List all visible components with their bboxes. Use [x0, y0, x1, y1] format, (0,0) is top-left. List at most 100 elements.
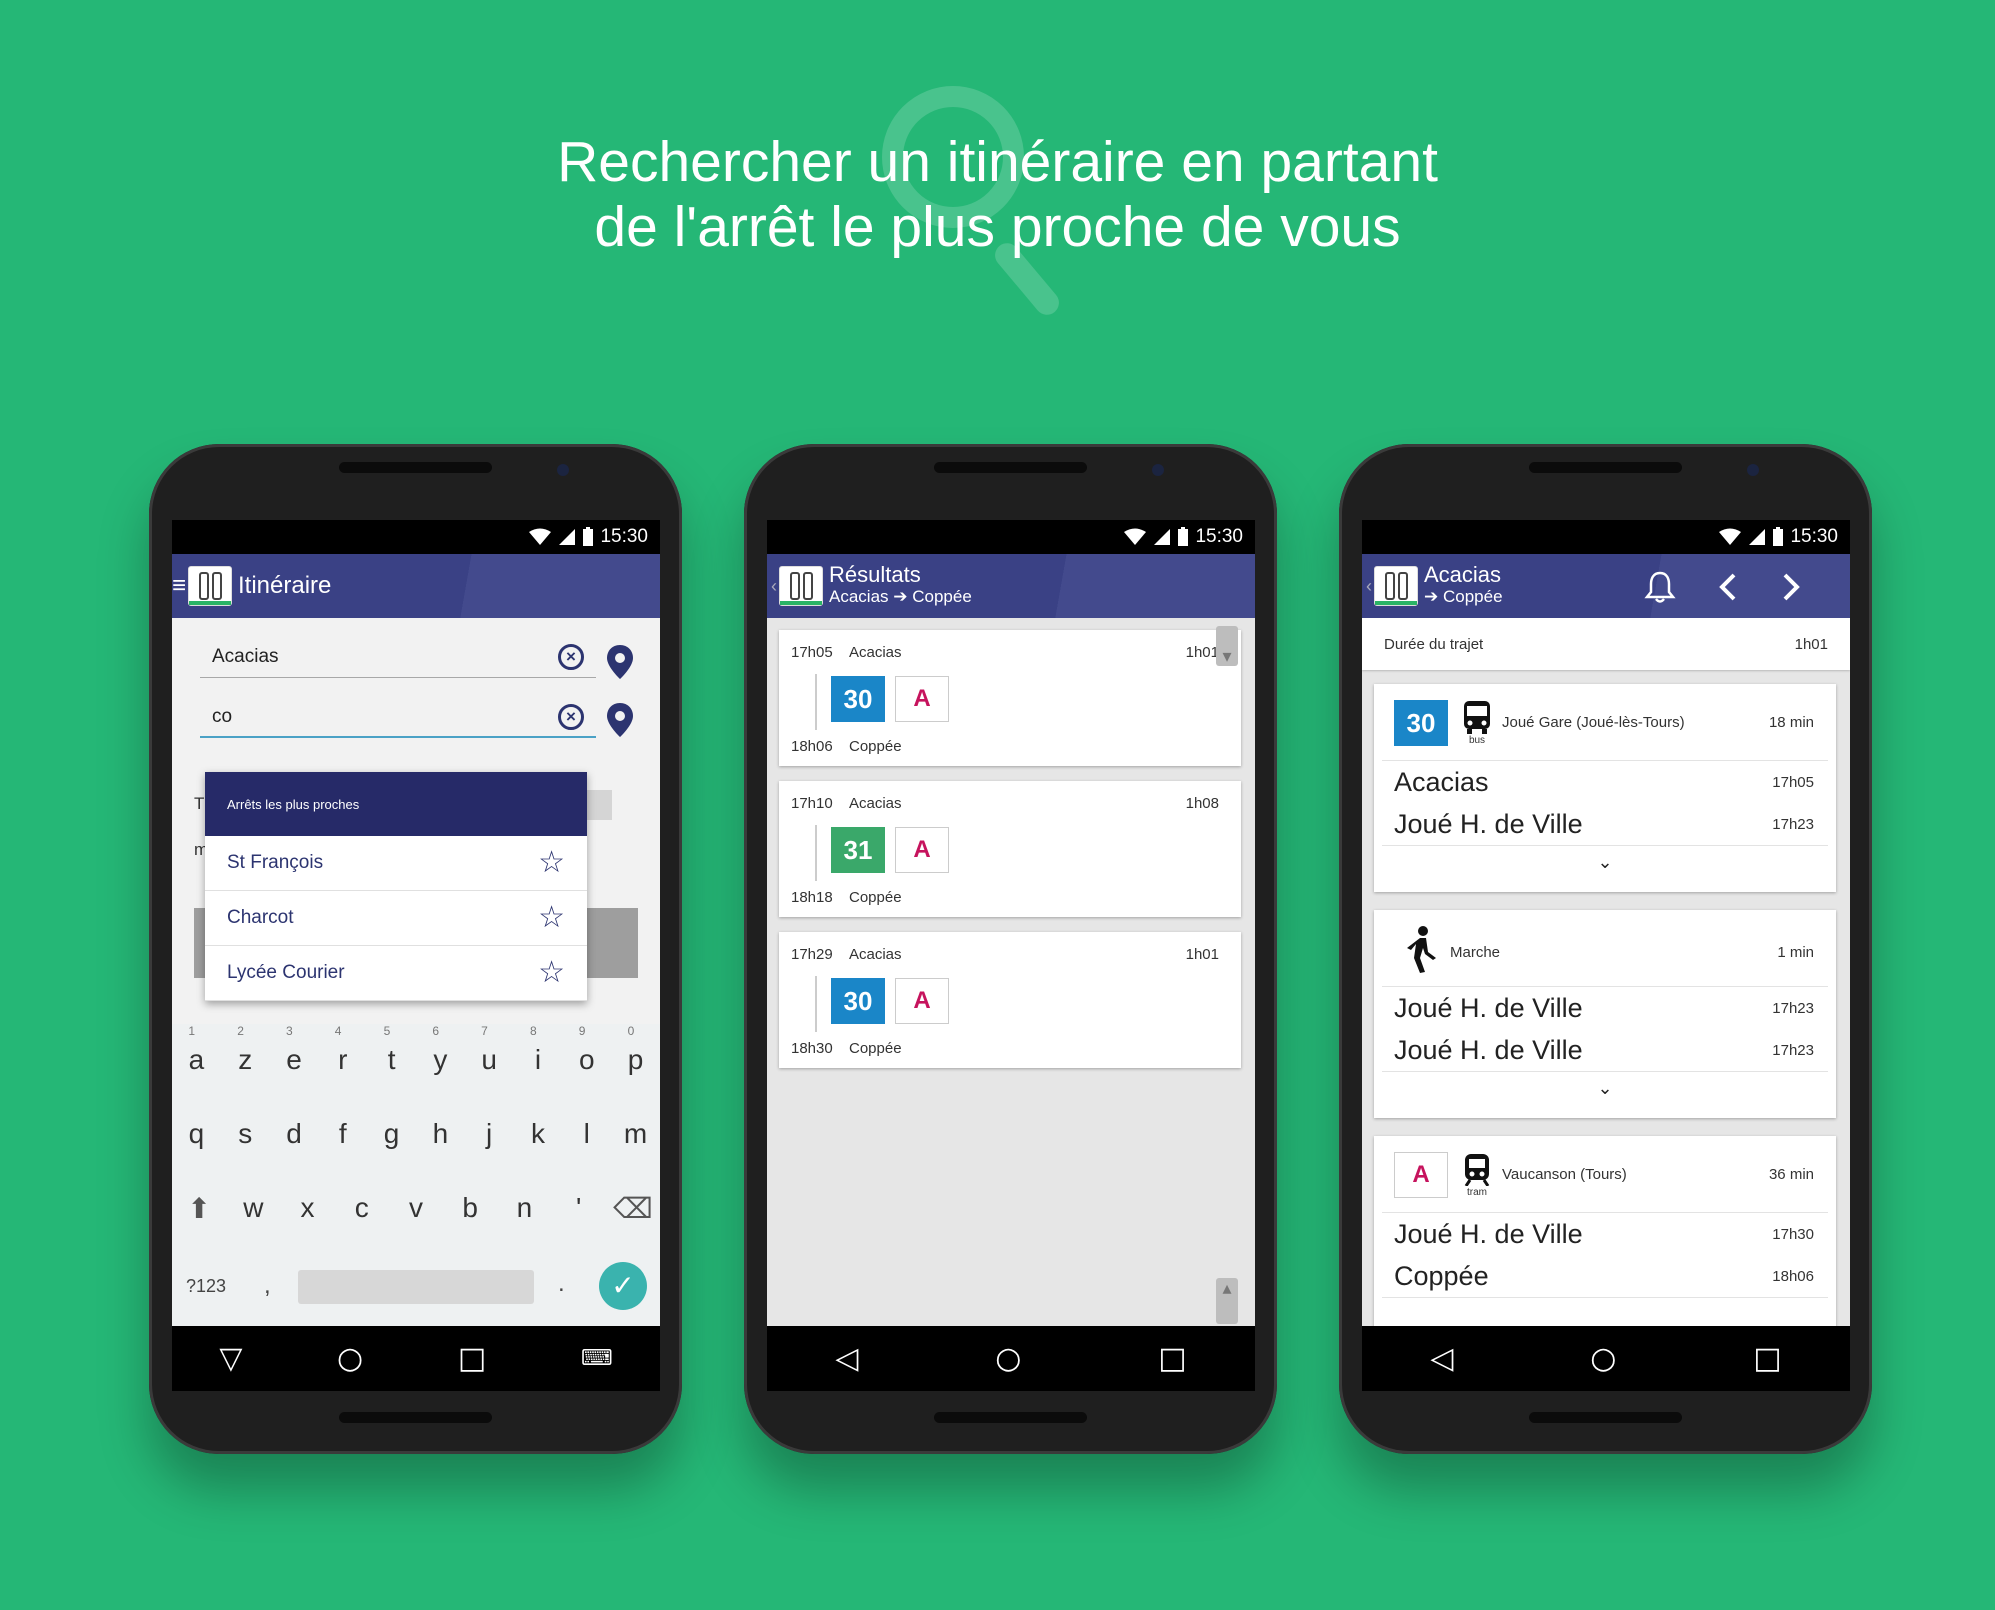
star-icon[interactable]: ☆	[538, 903, 565, 933]
star-icon[interactable]: ☆	[538, 958, 565, 988]
key[interactable]: '	[557, 1192, 601, 1225]
departure-stop: Acacias	[849, 795, 902, 812]
from-field[interactable]: Acacias ×	[200, 634, 596, 678]
expand-chevron-icon[interactable]: ⌄	[1374, 1072, 1836, 1099]
menu-icon[interactable]: ≡	[172, 572, 186, 600]
key[interactable]: 3e	[272, 1024, 316, 1076]
segment-time: 18 min	[1768, 714, 1814, 731]
bottom-speaker	[934, 1412, 1087, 1423]
home-nav-icon[interactable]: ○	[337, 1343, 363, 1374]
segment-header: 30 bus Joué Gare (Joué-lès-Tours) 18 min	[1374, 684, 1836, 760]
bell-icon[interactable]	[1644, 570, 1676, 604]
key[interactable]: k	[516, 1118, 560, 1150]
backspace-key-icon[interactable]: ⌫	[611, 1192, 655, 1225]
key[interactable]: n	[502, 1192, 546, 1225]
suggestion-item[interactable]: Charcot ☆	[205, 891, 587, 946]
tram-icon: tram	[1460, 1152, 1494, 1198]
key[interactable]: f	[321, 1118, 365, 1150]
recents-nav-icon[interactable]: □	[458, 1343, 486, 1374]
screen: 15:30 ‹ Acacias ➔ Coppée Durée du trajet…	[1362, 520, 1850, 1391]
shift-key-icon[interactable]: ⬆	[177, 1192, 221, 1225]
next-icon[interactable]	[1780, 572, 1802, 602]
comma-key[interactable]: ,	[264, 1272, 271, 1300]
key[interactable]: w	[231, 1192, 275, 1225]
duration-label: Durée du trajet	[1384, 635, 1484, 653]
home-nav-icon[interactable]: ○	[995, 1343, 1021, 1374]
suggestion-item[interactable]: St François ☆	[205, 836, 587, 891]
headline-line-1: Rechercher un itinéraire en partant	[557, 130, 1438, 194]
key[interactable]: h	[418, 1118, 462, 1150]
location-pin-icon[interactable]	[606, 644, 634, 680]
keyboard: 1a 2z 3e 4r 5t 6y 7u 8i 9o 0p q s d f g	[172, 1024, 660, 1326]
recents-nav-icon[interactable]: □	[1158, 1343, 1186, 1374]
segment-card-walk[interactable]: Marche 1 min Joué H. de Ville 17h23 Joué …	[1374, 910, 1836, 1118]
key[interactable]: 1a	[174, 1024, 218, 1076]
segment-card-tram[interactable]: A tram Vaucanson (Tours) 36 min Joué H. …	[1374, 1136, 1836, 1326]
enter-check-icon[interactable]: ✓	[599, 1262, 647, 1310]
mode-label: bus	[1468, 735, 1486, 746]
dot-key[interactable]: .	[558, 1270, 565, 1298]
previous-icon[interactable]	[1717, 572, 1739, 602]
keyboard-row-1: 1a 2z 3e 4r 5t 6y 7u 8i 9o 0p	[172, 1024, 660, 1076]
back-arrow-icon[interactable]: ‹	[1366, 576, 1372, 597]
line-badge: 30	[1394, 700, 1448, 746]
location-pin-icon[interactable]	[606, 702, 634, 738]
home-nav-icon[interactable]: ○	[1590, 1343, 1616, 1374]
key[interactable]: q	[174, 1118, 218, 1150]
arrival-time: 18h30	[791, 1040, 833, 1057]
signal-icon	[1154, 529, 1171, 545]
space-key[interactable]	[298, 1270, 534, 1304]
symbols-key[interactable]: ?123	[186, 1276, 226, 1297]
stop-row: Coppée 18h06	[1374, 1255, 1836, 1297]
suggestion-item[interactable]: Lycée Courier ☆	[205, 946, 587, 1001]
signal-icon	[559, 529, 576, 545]
departure-stop: Acacias	[849, 946, 902, 963]
result-card[interactable]: 17h05 Acacias 1h01 30 A 18h06 Coppée	[779, 630, 1241, 766]
star-icon[interactable]: ☆	[538, 848, 565, 878]
to-field[interactable]: co ×	[200, 694, 596, 738]
key[interactable]: d	[272, 1118, 316, 1150]
key[interactable]: g	[370, 1118, 414, 1150]
key[interactable]: 9o	[565, 1024, 609, 1076]
clear-to-icon[interactable]: ×	[558, 704, 584, 730]
key[interactable]: v	[394, 1192, 438, 1225]
key[interactable]: 8i	[516, 1024, 560, 1076]
key[interactable]: m	[614, 1118, 658, 1150]
mode-label: tram	[1467, 1187, 1487, 1198]
stop-time: 17h23	[1772, 1041, 1814, 1059]
status-time: 15:30	[1790, 526, 1838, 547]
duration-value: 1h01	[1794, 635, 1828, 653]
subtitle-to: Coppée	[1442, 587, 1503, 606]
key[interactable]: 4r	[321, 1024, 365, 1076]
key[interactable]: x	[286, 1192, 330, 1225]
key[interactable]: 0p	[614, 1024, 658, 1076]
key[interactable]: s	[223, 1118, 267, 1150]
key[interactable]: 2z	[223, 1024, 267, 1076]
key[interactable]: 5t	[370, 1024, 414, 1076]
key[interactable]: 7u	[467, 1024, 511, 1076]
scroll-up-icon[interactable]: ▴	[1216, 1278, 1238, 1324]
segment-card-bus[interactable]: 30 bus Joué Gare (Joué-lès-Tours) 18 min…	[1374, 684, 1836, 892]
keyboard-switch-icon[interactable]: ⌨	[581, 1344, 613, 1374]
key[interactable]: l	[565, 1118, 609, 1150]
back-nav-icon[interactable]: ◁	[1430, 1343, 1453, 1374]
departure-time: 17h10	[791, 795, 833, 812]
status-bar: 15:30	[767, 520, 1255, 554]
key[interactable]: j	[467, 1118, 511, 1150]
result-card[interactable]: 17h29 Acacias 1h01 30 A 18h30 Coppée	[779, 932, 1241, 1068]
stop-row: Joué H. de Ville 17h23	[1374, 987, 1836, 1029]
app-logo	[779, 566, 823, 606]
segment-direction: Joué Gare (Joué-lès-Tours)	[1502, 714, 1685, 731]
stop-time: 18h06	[1772, 1267, 1814, 1285]
back-nav-icon[interactable]: ▽	[219, 1343, 242, 1374]
key[interactable]: 6y	[418, 1024, 462, 1076]
scroll-down-icon[interactable]: ▾	[1216, 626, 1238, 666]
back-arrow-icon[interactable]: ‹	[771, 576, 777, 597]
key[interactable]: b	[448, 1192, 492, 1225]
back-nav-icon[interactable]: ◁	[835, 1343, 858, 1374]
key[interactable]: c	[340, 1192, 384, 1225]
expand-chevron-icon[interactable]: ⌄	[1374, 846, 1836, 873]
recents-nav-icon[interactable]: □	[1753, 1343, 1781, 1374]
clear-from-icon[interactable]: ×	[558, 644, 584, 670]
result-card[interactable]: 17h10 Acacias 1h08 31 A 18h18 Coppée	[779, 781, 1241, 917]
